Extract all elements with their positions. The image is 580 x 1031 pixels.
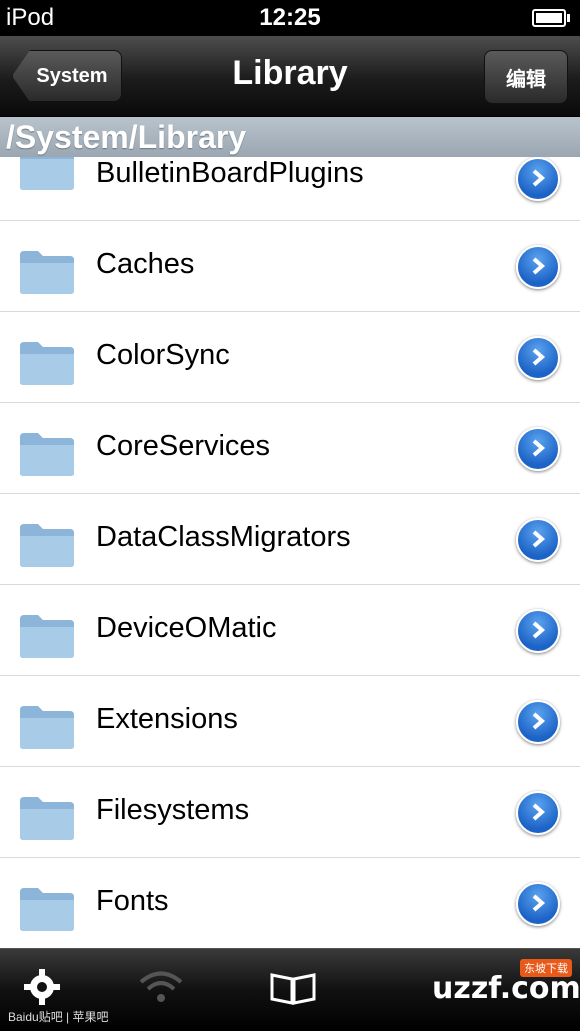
file-list[interactable]: BulletinBoardPlugins Caches ColorSync Co…: [0, 132, 580, 947]
item-name: Caches: [96, 248, 195, 280]
back-button[interactable]: System: [12, 50, 122, 102]
detail-disclosure-button[interactable]: [516, 882, 560, 926]
logo-text: uzzf.com: [432, 971, 580, 1006]
detail-disclosure-button[interactable]: [516, 427, 560, 471]
edit-button[interactable]: 编辑: [484, 50, 568, 104]
folder-icon: [18, 704, 76, 750]
folder-icon: [18, 613, 76, 659]
item-name: BulletinBoardPlugins: [96, 157, 364, 189]
list-item[interactable]: DataClassMigrators: [0, 494, 580, 585]
detail-disclosure-button[interactable]: [516, 791, 560, 835]
list-item[interactable]: Caches: [0, 221, 580, 312]
gear-icon[interactable]: [22, 967, 82, 1013]
item-name: Fonts: [96, 885, 169, 917]
item-name: CoreServices: [96, 430, 271, 462]
navigation-bar: System Library 编辑: [0, 36, 580, 117]
folder-icon: [18, 431, 76, 477]
folder-icon: [18, 795, 76, 841]
detail-disclosure-button[interactable]: [516, 336, 560, 380]
item-name: DeviceOMatic: [96, 612, 277, 644]
uzzf-logo: 东坡下载 uzzf.com: [392, 959, 580, 1007]
list-item[interactable]: DeviceOMatic: [0, 585, 580, 676]
clock: 12:25: [259, 4, 321, 31]
watermark: Baidu贴吧 | 苹果吧: [8, 1010, 109, 1024]
page-title: Library: [232, 54, 348, 92]
item-name: Filesystems: [96, 794, 250, 826]
item-name: Extensions: [96, 703, 238, 735]
folder-icon: [18, 249, 76, 295]
detail-disclosure-button[interactable]: [516, 245, 560, 289]
list-item[interactable]: Fonts: [0, 858, 580, 947]
item-name: ColorSync: [96, 339, 230, 371]
detail-disclosure-button[interactable]: [516, 700, 560, 744]
detail-disclosure-button[interactable]: [516, 157, 560, 201]
folder-icon: [18, 522, 76, 568]
status-bar: iPod 12:25: [0, 0, 580, 36]
list-item[interactable]: Filesystems: [0, 767, 580, 858]
folder-icon: [18, 886, 76, 932]
wifi-icon[interactable]: [136, 967, 196, 1013]
path-header: /System/Library: [0, 117, 580, 157]
book-icon[interactable]: [268, 967, 328, 1013]
detail-disclosure-button[interactable]: [516, 518, 560, 562]
folder-icon: [18, 340, 76, 386]
list-item[interactable]: ColorSync: [0, 312, 580, 403]
list-item[interactable]: CoreServices: [0, 403, 580, 494]
battery-icon: [532, 9, 570, 27]
detail-disclosure-button[interactable]: [516, 609, 560, 653]
item-name: DataClassMigrators: [96, 521, 351, 553]
list-item[interactable]: Extensions: [0, 676, 580, 767]
